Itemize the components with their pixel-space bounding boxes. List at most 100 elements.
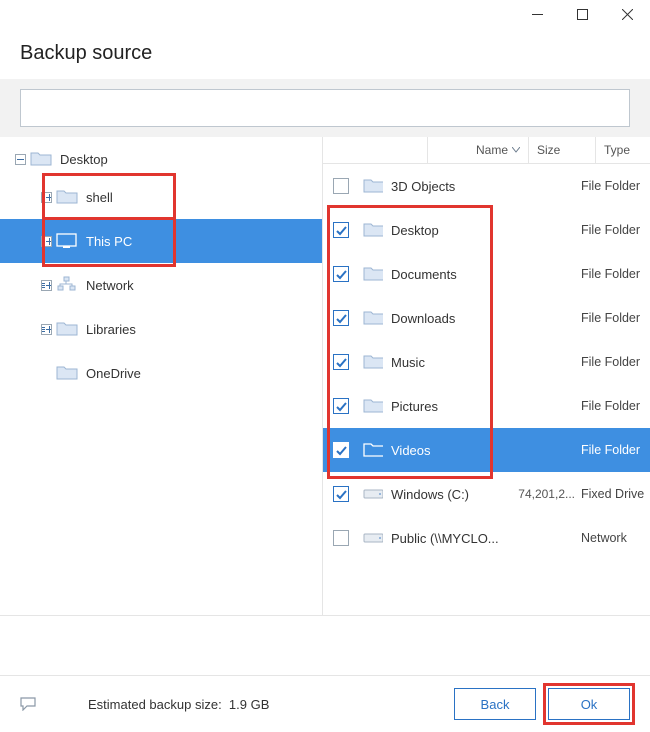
checkbox[interactable] xyxy=(333,530,349,546)
minimize-button[interactable] xyxy=(515,0,560,28)
item-type: File Folder xyxy=(581,311,650,325)
list-row[interactable]: Desktop File Folder xyxy=(323,208,650,252)
checkbox[interactable] xyxy=(333,222,349,238)
list-row[interactable]: Videos File Folder xyxy=(323,428,650,472)
titlebar xyxy=(0,0,650,32)
list-row[interactable]: Downloads File Folder xyxy=(323,296,650,340)
column-type[interactable]: Type xyxy=(595,137,650,163)
expand-icon[interactable] xyxy=(40,235,52,247)
footer-buttons: Back Ok xyxy=(454,688,630,720)
tree-item-label: Network xyxy=(86,278,134,293)
checkbox[interactable] xyxy=(333,398,349,414)
checkbox[interactable] xyxy=(333,266,349,282)
close-button[interactable] xyxy=(605,0,650,28)
back-button-label: Back xyxy=(481,697,510,712)
folder-icon xyxy=(56,321,78,337)
dialog-window: Backup source Desktop shell This PC Network… xyxy=(0,0,650,732)
list-header: Name Size Type xyxy=(323,137,650,164)
checkbox[interactable] xyxy=(333,310,349,326)
file-list: Name Size Type 3D ObjectsFile FolderDesk… xyxy=(322,137,650,615)
folder-tree[interactable]: Desktop shell This PC Network Libraries OneDr… xyxy=(0,137,322,615)
tree-item-label: Libraries xyxy=(86,322,136,337)
tree-item-this-pc[interactable]: This PC xyxy=(0,219,322,263)
item-type: File Folder xyxy=(581,179,650,193)
drive-icon xyxy=(363,486,383,502)
expand-icon[interactable] xyxy=(40,323,52,335)
checkbox[interactable] xyxy=(333,442,349,458)
item-name: Music xyxy=(391,355,507,370)
column-name[interactable]: Name xyxy=(427,137,528,163)
estimate-value: 1.9 GB xyxy=(229,697,269,712)
folder-icon xyxy=(56,189,78,205)
tree-item-network[interactable]: Network xyxy=(0,263,322,307)
tree-item-label: Desktop xyxy=(60,152,108,167)
list-body[interactable]: 3D ObjectsFile FolderDesktopFile FolderD… xyxy=(323,164,650,615)
list-row[interactable]: 3D Objects File Folder xyxy=(323,164,650,208)
item-name: Windows (C:) xyxy=(391,487,507,502)
item-name: Videos xyxy=(391,443,507,458)
maximize-button[interactable] xyxy=(560,0,605,28)
drive-icon xyxy=(363,530,383,546)
folder-icon xyxy=(363,354,383,370)
expand-icon[interactable] xyxy=(40,191,52,203)
column-size-label: Size xyxy=(537,143,560,157)
item-type: File Folder xyxy=(581,267,650,281)
folder-icon xyxy=(363,442,383,458)
list-row[interactable]: Music File Folder xyxy=(323,340,650,384)
item-name: Public (\\MYCLO... xyxy=(391,531,507,546)
column-type-label: Type xyxy=(604,143,630,157)
searchbar-container xyxy=(0,79,650,137)
tree-item-label: OneDrive xyxy=(86,366,141,381)
checkbox[interactable] xyxy=(333,486,349,502)
item-name: 3D Objects xyxy=(391,179,507,194)
checkbox[interactable] xyxy=(333,178,349,194)
item-type: Network xyxy=(581,531,650,545)
folder-icon xyxy=(363,310,383,326)
search-input[interactable] xyxy=(20,89,630,127)
list-row[interactable]: Documents File Folder xyxy=(323,252,650,296)
list-row[interactable]: Windows (C:)74,201,2...Fixed Drive xyxy=(323,472,650,516)
item-type: File Folder xyxy=(581,443,650,457)
folder-icon xyxy=(363,222,383,238)
body: Desktop shell This PC Network Libraries OneDr… xyxy=(0,137,650,616)
folder-icon xyxy=(363,178,383,194)
tree-item-libraries[interactable]: Libraries xyxy=(0,307,322,351)
tree-item-onedrive[interactable]: OneDrive xyxy=(0,351,322,395)
page-title: Backup source xyxy=(20,42,630,65)
list-row[interactable]: Public (\\MYCLO... Network xyxy=(323,516,650,560)
tree-item-label: This PC xyxy=(86,234,132,249)
folder-icon xyxy=(30,151,52,167)
tree-item-label: shell xyxy=(86,190,113,205)
item-type: File Folder xyxy=(581,399,650,413)
folder-icon xyxy=(363,398,383,414)
tree-item-shell[interactable]: shell xyxy=(0,175,322,219)
checkbox[interactable] xyxy=(333,354,349,370)
comment-icon[interactable] xyxy=(20,697,38,711)
column-size[interactable]: Size xyxy=(528,137,595,163)
back-button[interactable]: Back xyxy=(454,688,536,720)
expander-none xyxy=(40,367,52,379)
list-row[interactable]: PicturesFile Folder xyxy=(323,384,650,428)
network-icon xyxy=(56,277,78,293)
footer: Estimated backup size: 1.9 GB Back Ok xyxy=(0,675,650,732)
item-name: Documents xyxy=(391,267,507,282)
item-name: Desktop xyxy=(391,223,507,238)
ok-button[interactable]: Ok xyxy=(548,688,630,720)
item-name: Downloads xyxy=(391,311,507,326)
column-name-label: Name xyxy=(476,143,508,157)
collapse-icon[interactable] xyxy=(14,153,26,165)
estimate-text: Estimated backup size: 1.9 GB xyxy=(88,697,269,712)
item-size: 74,201,2... xyxy=(507,487,581,501)
folder-icon xyxy=(56,365,78,381)
estimate-label: Estimated backup size: xyxy=(88,697,222,712)
header: Backup source xyxy=(0,32,650,79)
item-type: File Folder xyxy=(581,355,650,369)
monitor-icon xyxy=(56,233,78,249)
item-type: File Folder xyxy=(581,223,650,237)
ok-button-label: Ok xyxy=(581,697,598,712)
tree-item-desktop[interactable]: Desktop xyxy=(0,143,322,175)
item-type: Fixed Drive xyxy=(581,487,650,501)
expand-icon[interactable] xyxy=(40,279,52,291)
folder-icon xyxy=(363,266,383,282)
sort-desc-icon xyxy=(512,147,520,153)
